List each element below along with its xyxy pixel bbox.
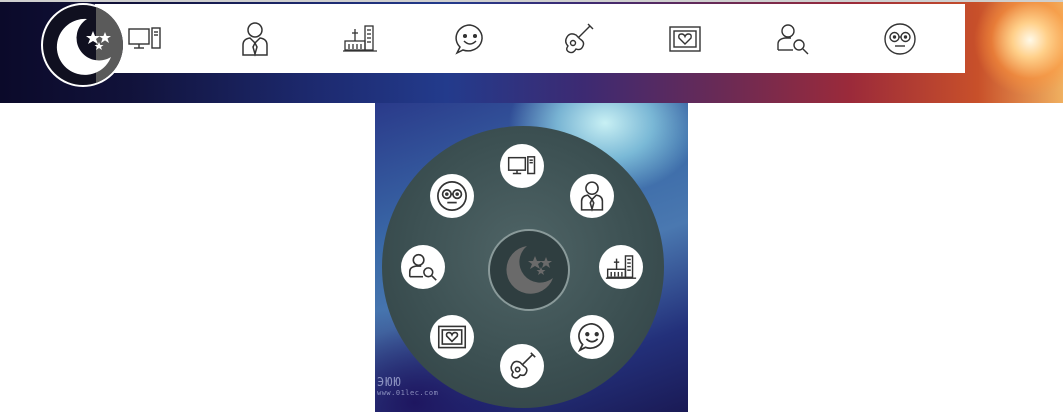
nav-item-computer[interactable] xyxy=(117,4,173,73)
businessman-icon xyxy=(580,181,604,212)
wheel-item-guitar[interactable] xyxy=(500,344,544,388)
heart-picture-icon xyxy=(437,325,467,349)
watermark-url: www.01lec.com xyxy=(377,389,439,397)
nav-item-guitar[interactable] xyxy=(550,4,606,73)
wheel-item-factory[interactable] xyxy=(599,245,643,289)
radial-menu-panel: ЭЮЮ www.01lec.com xyxy=(375,103,688,412)
user-search-icon xyxy=(777,23,809,54)
nav-item-factory[interactable] xyxy=(332,4,388,73)
wheel-item-glasses[interactable] xyxy=(430,174,474,218)
smiley-chat-icon xyxy=(577,322,605,353)
glasses-face-icon xyxy=(884,22,916,55)
watermark-text: ЭЮЮ xyxy=(377,375,402,389)
nav-item-chat[interactable] xyxy=(442,4,498,73)
user-search-icon xyxy=(408,253,437,281)
glasses-face-icon xyxy=(437,181,467,211)
nav-item-glasses[interactable] xyxy=(872,4,928,73)
nav-item-picture[interactable] xyxy=(657,4,713,73)
top-navigation-bar xyxy=(95,4,965,73)
wheel-item-chat[interactable] xyxy=(570,315,614,359)
radial-menu-wheel xyxy=(382,126,664,408)
radial-menu-toggle[interactable] xyxy=(488,229,570,311)
wheel-item-businessman[interactable] xyxy=(570,174,614,218)
nav-item-user-search[interactable] xyxy=(765,4,821,73)
wheel-item-picture[interactable] xyxy=(430,315,474,359)
heart-picture-icon xyxy=(669,25,701,52)
nav-item-businessman[interactable] xyxy=(227,4,283,73)
wheel-item-user-search[interactable] xyxy=(401,245,445,289)
smiley-chat-icon xyxy=(455,23,483,55)
guitar-icon xyxy=(565,23,594,53)
wheel-item-computer[interactable] xyxy=(500,144,544,188)
computer-icon xyxy=(128,26,161,49)
factory-icon xyxy=(605,254,637,279)
guitar-icon xyxy=(510,352,536,379)
factory-icon xyxy=(343,24,377,52)
computer-icon xyxy=(507,156,536,175)
watermark: ЭЮЮ www.01lec.com xyxy=(377,375,438,397)
app-logo-button[interactable] xyxy=(41,3,125,87)
moon-stars-icon xyxy=(56,18,111,75)
moon-stars-icon xyxy=(506,246,553,294)
businessman-icon xyxy=(242,21,268,57)
